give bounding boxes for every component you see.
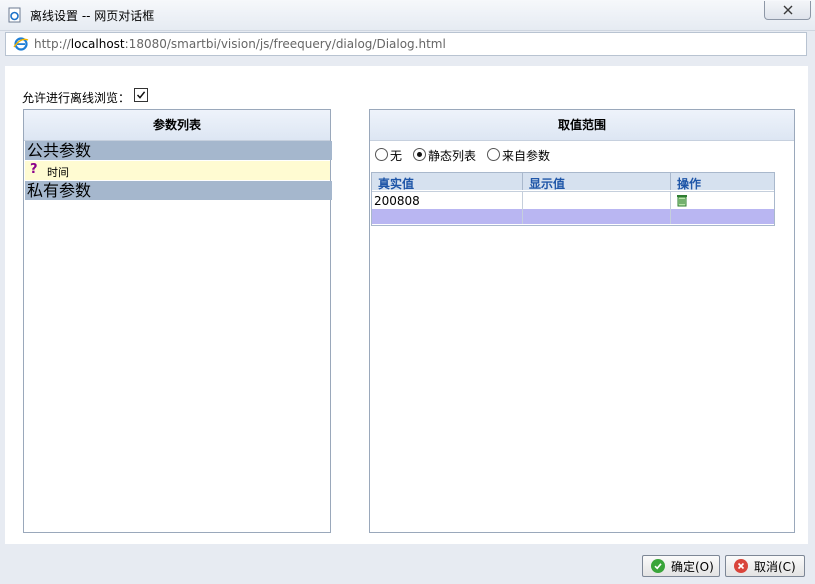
new-row-cell[interactable]: [523, 209, 671, 224]
param-item-label: 时间: [47, 166, 69, 179]
check-icon: [136, 91, 146, 99]
allow-offline-checkbox[interactable]: [134, 88, 148, 102]
radio-from-param-label: 来自参数: [502, 149, 551, 163]
ok-button[interactable]: 确定(O): [642, 555, 720, 577]
param-item-time[interactable]: ? 时间: [25, 161, 330, 180]
group-public-params[interactable]: 公共参数: [25, 141, 332, 160]
window-title: 离线设置 -- 网页对话框: [30, 9, 155, 23]
radio-none-label: 无: [390, 149, 403, 163]
page-icon: [8, 7, 22, 23]
button-bar: 确定(O) 取消(C): [0, 545, 815, 584]
cancel-button-label: 取消(C): [754, 559, 796, 574]
radio-static-list[interactable]: [413, 148, 426, 161]
group-private-params[interactable]: 私有参数: [25, 181, 332, 200]
allow-offline-label: 允许进行离线浏览：: [22, 91, 131, 105]
title-bar: 离线设置 -- 网页对话框: [0, 0, 815, 31]
column-header-display-value: 显示值: [523, 173, 671, 191]
column-header-real-value: 真实值: [372, 173, 523, 191]
cell-action: [671, 191, 774, 209]
close-button[interactable]: [764, 1, 811, 20]
new-row-cell[interactable]: [671, 209, 774, 224]
radio-none[interactable]: [375, 148, 388, 161]
value-table: 真实值 显示值 操作 200808: [371, 172, 775, 226]
value-range-panel: 取值范围 无 静态列表 来自参数 真实值 显示值 操作 200808: [369, 109, 795, 533]
new-row-cell[interactable]: [372, 209, 523, 224]
url-text: http://localhost:18080/smartbi/vision/js…: [34, 37, 446, 51]
cancel-circle-icon: [734, 559, 748, 573]
question-icon: ?: [30, 162, 38, 177]
value-range-header: 取值范围: [370, 110, 794, 141]
column-header-action: 操作: [671, 173, 774, 191]
radio-from-param[interactable]: [487, 148, 500, 161]
cell-real-value[interactable]: 200808: [372, 191, 523, 209]
ok-button-label: 确定(O): [671, 559, 714, 574]
address-bar: http://localhost:18080/smartbi/vision/js…: [5, 32, 807, 56]
radio-static-list-label: 静态列表: [428, 149, 477, 163]
cancel-button[interactable]: 取消(C): [725, 555, 805, 577]
close-icon: [783, 5, 792, 15]
check-circle-icon: [651, 559, 665, 573]
ie-icon: [13, 36, 29, 52]
cell-display-value[interactable]: [523, 191, 671, 209]
parameter-list-header: 参数列表: [24, 110, 330, 141]
parameter-list-panel: 参数列表 公共参数 ? 时间 私有参数: [23, 109, 332, 533]
